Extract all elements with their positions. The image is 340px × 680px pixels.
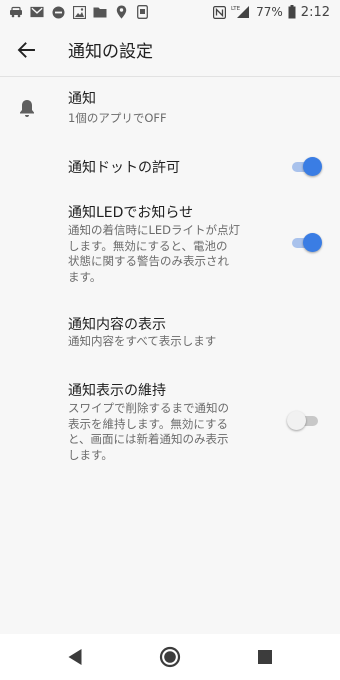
toggle-thumb (287, 411, 306, 430)
subtitle-line: と、画面には新着通知のみ表示 (68, 432, 229, 446)
mail-icon (30, 5, 44, 19)
subtitle-line: ます。 (68, 269, 102, 284)
keep-notifications-toggle[interactable] (287, 410, 322, 432)
setting-notification-content[interactable]: 通知内容の表示 通知内容をすべて表示します (0, 312, 340, 358)
setting-title: 通知内容の表示 (68, 317, 166, 333)
subtitle-line: 状態に関する警告のみ表示され (68, 254, 229, 268)
setting-subtitle: 1個のアプリでOFF (68, 111, 167, 125)
app-icon (135, 5, 149, 19)
setting-title: 通知ドットの許可 (68, 160, 180, 176)
nfc-icon (212, 5, 226, 19)
setting-subtitle: スワイプで削除するまで通知の 表示を維持します。無効にする と、画面には新着通知… (68, 401, 268, 463)
arrow-back-icon (17, 42, 35, 58)
page-title: 通知の設定 (68, 42, 153, 62)
signal-icon: LTE (231, 5, 251, 19)
do-not-disturb-icon (51, 5, 65, 19)
subtitle-line: 表示を維持します。無効にする (68, 416, 228, 431)
status-bar-right: LTE 77% 2:12 (212, 3, 330, 21)
image-icon (72, 5, 86, 19)
folder-icon (93, 5, 107, 19)
setting-notifications[interactable]: 通知 1個のアプリでOFF (0, 86, 340, 134)
setting-subtitle: 通知内容をすべて表示します (68, 334, 217, 348)
setting-subtitle: 通知の着信時にLEDライトが点灯 します。無効にすると、電池の 状態に関する警告… (68, 223, 268, 285)
app-bar: 通知の設定 (0, 24, 340, 77)
setting-keep-notifications[interactable]: 通知表示の維持 スワイプで削除するまで通知の 表示を維持します。無効にする と、… (0, 378, 340, 470)
setting-title: 通知 (68, 91, 96, 107)
nav-recents-icon (258, 650, 272, 664)
bell-icon (20, 100, 34, 117)
setting-notification-led[interactable]: 通知LEDでお知らせ 通知の着信時にLEDライトが点灯 します。無効にすると、電… (0, 200, 340, 292)
lte-badge: LTE (231, 6, 241, 12)
subtitle-line: します。無効にすると、電池の (68, 238, 228, 253)
navigation-bar (0, 634, 340, 680)
toggle-thumb (303, 157, 322, 176)
setting-title: 通知表示の維持 (68, 383, 166, 399)
nav-home-button[interactable] (159, 646, 181, 668)
status-bar: LTE 77% 2:12 (0, 0, 340, 24)
toggle-thumb (303, 233, 322, 252)
clock-time: 2:12 (300, 4, 330, 20)
screen: LTE 77% 2:12 通知の設定 通知 1個のアプリでOFF 通知ドットの許… (0, 0, 340, 680)
nav-recents-button[interactable] (254, 646, 276, 668)
nav-back-button[interactable] (64, 646, 86, 668)
status-bar-left (9, 4, 149, 20)
nav-home-icon (159, 646, 181, 668)
subtitle-line: スワイプで削除するまで通知の (68, 401, 229, 415)
subtitle-line: します。 (68, 447, 113, 462)
battery-icon (288, 5, 296, 19)
location-icon (114, 5, 128, 19)
notification-dots-toggle[interactable] (290, 156, 322, 178)
nav-back-icon (68, 649, 82, 665)
subtitle-line: 通知の着信時にLEDライトが点灯 (68, 223, 241, 237)
battery-percent: 77% (256, 5, 283, 19)
car-icon (9, 5, 23, 19)
setting-title: 通知LEDでお知らせ (68, 205, 194, 221)
notification-led-toggle[interactable] (290, 232, 322, 254)
setting-notification-dots[interactable]: 通知ドットの許可 (0, 152, 340, 182)
back-button[interactable] (12, 36, 40, 64)
